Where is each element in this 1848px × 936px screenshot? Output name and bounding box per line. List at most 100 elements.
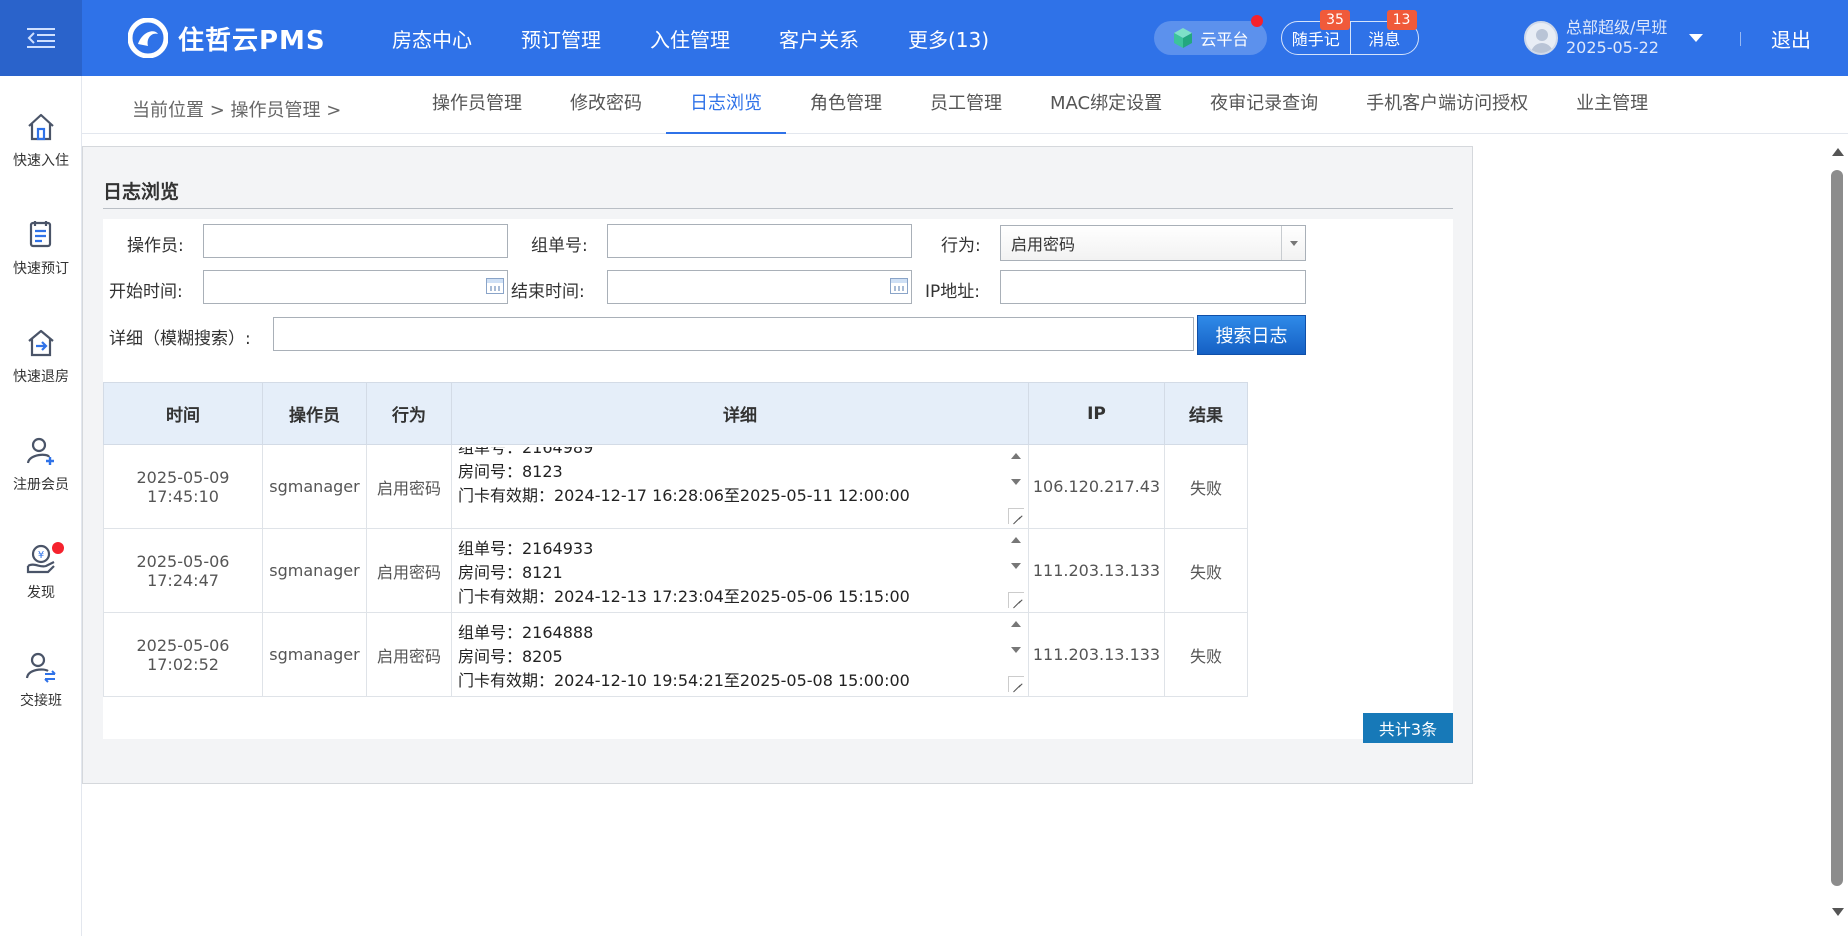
sidebar-item-quick-checkout[interactable]: 快速退房 (0, 320, 82, 404)
messages-button[interactable]: 消息 13 (1351, 10, 1419, 54)
notes-count-badge: 35 (1320, 10, 1350, 30)
sidebar-item-label: 快速预订 (13, 261, 69, 277)
sidebar-item-shift-handover[interactable]: 交接班 (0, 644, 82, 728)
cloud-cube-icon (1174, 28, 1193, 48)
textarea-scroll-arrows[interactable] (1008, 453, 1024, 485)
group-number-label: 组单号: (531, 236, 588, 256)
resize-handle-icon[interactable] (1008, 508, 1024, 524)
row-operator: sgmanager (262, 444, 367, 529)
logout-button[interactable]: 退出 (1771, 24, 1811, 53)
tab-operator-management[interactable]: 操作员管理 (408, 76, 546, 134)
detail-textarea[interactable]: 组单号：2164933 房间号：8121 门卡有效期：2024-12-13 17… (458, 531, 1024, 610)
start-time-label: 开始时间: (109, 282, 183, 302)
scroll-up-icon[interactable] (1011, 453, 1021, 459)
sub-navigation: 当前位置 > 操作员管理 > 操作员管理 修改密码 日志浏览 角色管理 员工管理… (82, 76, 1848, 134)
messages-count-badge: 13 (1386, 10, 1417, 30)
ip-address-input[interactable] (1000, 270, 1306, 304)
resize-handle-icon[interactable] (1008, 592, 1024, 608)
column-header-ip: IP (1028, 382, 1165, 445)
sidebar-item-discover[interactable]: ¥ 发现 (0, 536, 82, 620)
row-result: 失败 (1164, 444, 1248, 529)
search-form: 操作员: 组单号: 行为: 启用密码 开始时间: 结束时间: IP地址: 详细（… (103, 219, 1453, 743)
resize-handle-icon[interactable] (1008, 676, 1024, 692)
cloud-platform-button[interactable]: 云平台 (1154, 15, 1267, 55)
scroll-down-icon[interactable] (1832, 908, 1844, 916)
nav-room-status[interactable]: 房态中心 (392, 24, 472, 53)
user-menu[interactable]: 总部超级/早班 2025-05-22 (1524, 16, 1704, 60)
column-header-action: 行为 (366, 382, 452, 445)
sidebar-item-register-member[interactable]: 注册会员 (0, 428, 82, 512)
nav-reservations[interactable]: 预订管理 (521, 24, 601, 53)
logo-text: 住哲云PMS (178, 25, 326, 56)
page-scrollbar[interactable] (1828, 134, 1848, 936)
row-date: 2025-05-09 (136, 467, 230, 487)
app-logo[interactable]: 住哲云PMS (128, 18, 326, 58)
nav-more[interactable]: 更多(13) (908, 24, 989, 53)
scroll-up-icon[interactable] (1011, 621, 1021, 627)
start-time-input[interactable] (203, 270, 508, 304)
tab-change-password[interactable]: 修改密码 (546, 76, 666, 134)
group-number-input[interactable] (607, 224, 912, 258)
row-ip: 111.203.13.133 (1028, 612, 1165, 697)
tab-log-browse[interactable]: 日志浏览 (666, 76, 786, 134)
tab-night-audit-records[interactable]: 夜审记录查询 (1186, 76, 1342, 134)
operator-label: 操作员: (127, 236, 184, 256)
tab-staff-management[interactable]: 员工管理 (906, 76, 1026, 134)
dropdown-arrow-icon[interactable] (1281, 226, 1305, 260)
detail-line: 门卡有效期：2024-12-17 16:28:06至2025-05-11 12:… (458, 486, 910, 505)
column-header-operator: 操作员 (262, 382, 367, 445)
tab-bar: 操作员管理 修改密码 日志浏览 角色管理 员工管理 MAC绑定设置 夜审记录查询… (408, 76, 1672, 134)
chevron-down-icon (1689, 34, 1704, 42)
detail-line: 组单号：2164888 (458, 623, 594, 642)
detail-search-input[interactable] (273, 317, 1194, 351)
scroll-up-icon[interactable] (1011, 537, 1021, 543)
row-operator: sgmanager (262, 528, 367, 613)
action-select-value: 启用密码 (1011, 235, 1076, 254)
top-bar: 住哲云PMS 房态中心 预订管理 入住管理 客户关系 更多(13) 云平台 随手… (0, 0, 1848, 76)
sidebar-item-quick-checkin[interactable]: 快速入住 (0, 104, 82, 188)
row-time: 2025-05-09 17:45:10 (103, 444, 263, 529)
operator-input[interactable] (203, 224, 508, 258)
scroll-up-icon[interactable] (1832, 148, 1844, 156)
nav-checkin[interactable]: 入住管理 (650, 24, 730, 53)
row-detail: 组单号：2164989 房间号：8123 门卡有效期：2024-12-17 16… (451, 444, 1029, 529)
column-header-time: 时间 (103, 382, 263, 445)
textarea-scroll-arrows[interactable] (1008, 621, 1024, 653)
tab-role-management[interactable]: 角色管理 (786, 76, 906, 134)
sidebar-item-quick-booking[interactable]: 快速预订 (0, 212, 82, 296)
scroll-down-icon[interactable] (1011, 479, 1021, 485)
detail-line: 房间号：8205 (458, 647, 563, 666)
textarea-scroll-arrows[interactable] (1008, 537, 1024, 569)
calendar-icon[interactable] (890, 278, 908, 294)
main-nav: 房态中心 预订管理 入住管理 客户关系 更多(13) (392, 0, 1038, 76)
detail-textarea[interactable]: 组单号：2164989 房间号：8123 门卡有效期：2024-12-17 16… (458, 447, 1024, 526)
table-row: 2025-05-06 17:02:52 sgmanager 启用密码 组单号：2… (103, 612, 1248, 697)
nav-crm[interactable]: 客户关系 (779, 24, 859, 53)
row-action: 启用密码 (366, 528, 452, 613)
row-time: 2025-05-06 17:02:52 (103, 612, 263, 697)
row-time-of-day: 17:24:47 (147, 570, 219, 590)
detail-search-label: 详细（模糊搜索）: (109, 329, 251, 349)
row-result: 失败 (1164, 612, 1248, 697)
notes-button[interactable]: 随手记 35 (1282, 10, 1351, 54)
scroll-down-icon[interactable] (1011, 563, 1021, 569)
panel-title: 日志浏览 (103, 181, 180, 203)
row-detail: 组单号：2164888 房间号：8205 门卡有效期：2024-12-10 19… (451, 612, 1029, 697)
calendar-icon[interactable] (486, 278, 504, 294)
detail-line: 门卡有效期：2024-12-13 17:23:04至2025-05-06 15:… (458, 587, 910, 606)
detail-textarea[interactable]: 组单号：2164888 房间号：8205 门卡有效期：2024-12-10 19… (458, 615, 1024, 694)
scrollbar-thumb[interactable] (1831, 170, 1843, 886)
shift-handover-icon (25, 652, 56, 683)
action-select[interactable]: 启用密码 (1000, 225, 1306, 261)
menu-toggle-button[interactable] (0, 0, 82, 76)
scroll-down-icon[interactable] (1011, 647, 1021, 653)
table-row: 2025-05-06 17:24:47 sgmanager 启用密码 组单号：2… (103, 528, 1248, 613)
end-time-input[interactable] (607, 270, 912, 304)
tab-mac-binding[interactable]: MAC绑定设置 (1026, 76, 1186, 134)
checkout-icon (28, 329, 54, 357)
tab-owner-management[interactable]: 业主管理 (1552, 76, 1672, 134)
tab-mobile-access-auth[interactable]: 手机客户端访问授权 (1342, 76, 1552, 134)
content-area: 日志浏览 操作员: 组单号: 行为: 启用密码 开始时间: 结束时间: IP地址… (82, 134, 1848, 936)
search-log-button[interactable]: 搜索日志 (1197, 315, 1306, 355)
column-header-detail: 详细 (451, 382, 1029, 445)
